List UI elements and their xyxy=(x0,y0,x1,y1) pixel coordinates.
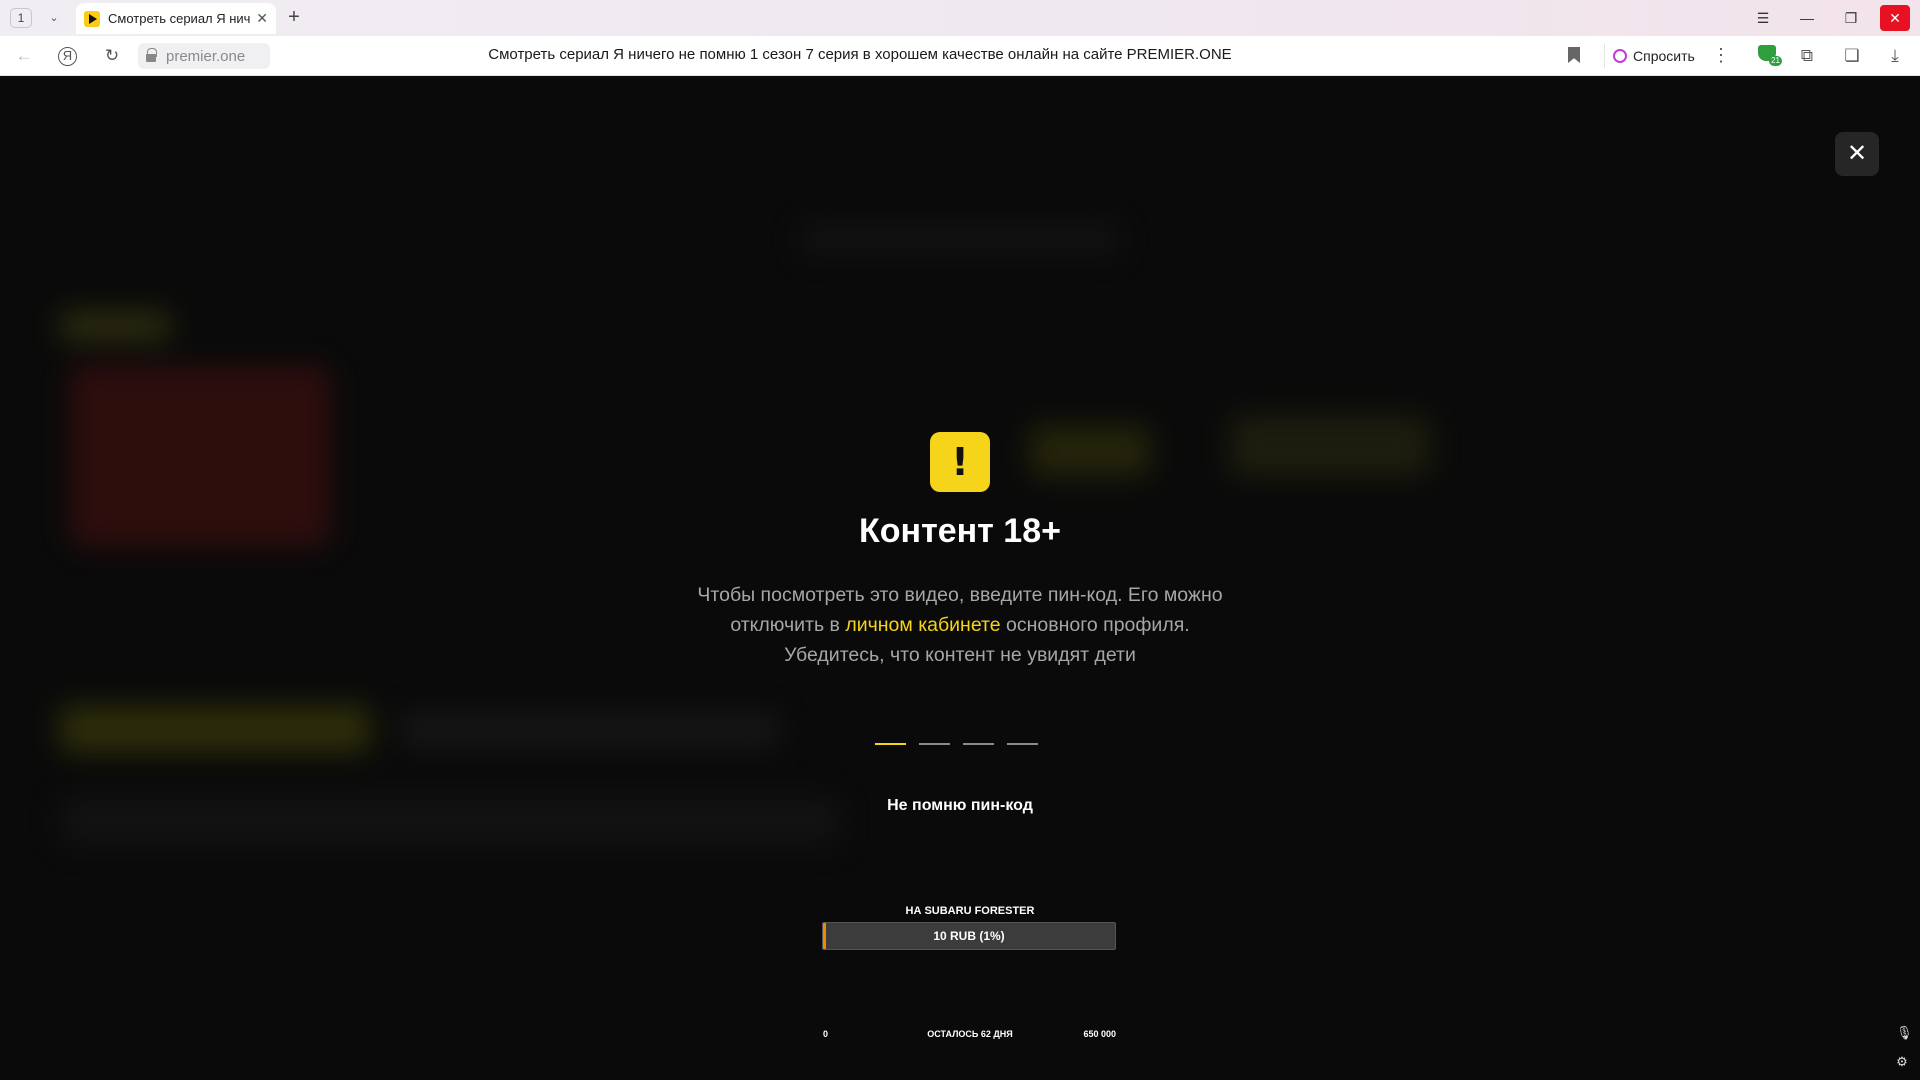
blurred-description xyxy=(60,796,840,846)
desc-line-3: Убедитесь, что контент не увидят дети xyxy=(784,644,1136,666)
modal-title: Контент 18+ xyxy=(859,512,1061,550)
donation-progress-bar: 10 RUB (1%) xyxy=(822,922,1116,950)
desc-line-1: Чтобы посмотреть это видео, введите пин-… xyxy=(697,584,1223,606)
blurred-icons xyxy=(1230,416,1430,476)
bookmark-icon[interactable] xyxy=(1568,47,1580,63)
address-bar: ← Я ↻ premier.one Смотреть сериал Я ниче… xyxy=(0,36,1920,76)
exclamation-icon: ! xyxy=(930,432,990,492)
alice-ask-icon xyxy=(1613,49,1627,63)
ask-button[interactable]: Спросить xyxy=(1604,44,1703,68)
modal-description: Чтобы посмотреть это видео, введите пин-… xyxy=(640,580,1280,670)
page-title[interactable]: Смотреть сериал Я ничего не помню 1 сезо… xyxy=(380,46,1340,63)
url-field[interactable]: premier.one xyxy=(138,43,270,69)
extension-badge: 21 xyxy=(1769,56,1782,66)
new-tab-button[interactable]: + xyxy=(282,6,306,30)
premier-favicon-icon xyxy=(84,10,100,27)
donation-progress-label: 10 RUB (1%) xyxy=(933,929,1005,943)
microphone-icon[interactable]: 🎙 xyxy=(1896,1025,1913,1041)
reload-icon[interactable]: ↻ xyxy=(100,45,124,67)
adblock-extension-icon[interactable]: 21 xyxy=(1755,45,1782,67)
desc-line-2-post: основного профиля. xyxy=(1000,614,1190,636)
shield-icon: 21 xyxy=(1758,45,1782,66)
minimize-window-button[interactable]: — xyxy=(1790,4,1824,32)
blurred-nav xyxy=(800,224,1120,254)
donation-goal-title: НА SUBARU FORESTER xyxy=(905,905,1035,917)
ask-button-label: Спросить xyxy=(1633,48,1695,64)
tab-list-chevron-icon[interactable]: ⌄ xyxy=(44,8,64,28)
tab-close-icon[interactable]: ✕ xyxy=(256,10,268,27)
tab-title: Смотреть сериал Я ничего не помню xyxy=(108,11,251,26)
modal-close-button[interactable]: ✕ xyxy=(1835,132,1879,176)
donation-remaining-label: ОСТАЛОСЬ 62 ДНЯ xyxy=(927,1029,1013,1039)
extensions-puzzle-icon[interactable]: ⧉ xyxy=(1795,45,1819,67)
donation-max-label: 650 000 xyxy=(1083,1029,1116,1039)
close-window-button[interactable]: ✕ xyxy=(1880,5,1910,31)
personal-account-link[interactable]: личном кабинете xyxy=(845,614,1000,636)
tab-counter-button[interactable]: 1 xyxy=(10,8,32,28)
settings-icon[interactable]: ⚙ xyxy=(1894,1054,1910,1070)
blurred-logo xyxy=(70,366,330,546)
blurred-rating xyxy=(1030,426,1150,476)
close-icon: ✕ xyxy=(1846,140,1868,167)
back-arrow-icon[interactable]: ← xyxy=(12,45,36,67)
more-options-icon[interactable]: ⋮ xyxy=(1712,45,1730,66)
browser-menu-icon[interactable]: ☰ xyxy=(1746,4,1780,32)
desc-line-2-pre: отключить в xyxy=(730,614,846,636)
pin-digit-3[interactable] xyxy=(963,743,994,745)
lock-icon xyxy=(146,48,157,62)
pin-digit-1[interactable] xyxy=(875,743,906,745)
blurred-actions xyxy=(400,712,780,748)
browser-tab-bar: 1 ⌄ Смотреть сериал Я ничего не помню ✕ … xyxy=(0,0,1920,36)
restore-window-button[interactable]: ❐ xyxy=(1834,4,1868,32)
blurred-badge xyxy=(60,312,170,340)
pin-digit-4[interactable] xyxy=(1007,743,1038,745)
blurred-watch-button xyxy=(60,706,370,752)
collections-icon[interactable]: ❏ xyxy=(1840,45,1864,67)
donation-min-label: 0 xyxy=(823,1029,829,1039)
forgot-pin-link[interactable]: Не помню пин-код xyxy=(860,797,1060,815)
url-text: premier.one xyxy=(166,47,246,65)
pin-code-input[interactable] xyxy=(875,743,1041,745)
yandex-logo-icon[interactable]: Я xyxy=(58,47,77,66)
active-tab[interactable]: Смотреть сериал Я ничего не помню ✕ xyxy=(76,3,276,34)
pin-digit-2[interactable] xyxy=(919,743,950,745)
download-icon[interactable]: ⤓ xyxy=(1883,45,1907,67)
